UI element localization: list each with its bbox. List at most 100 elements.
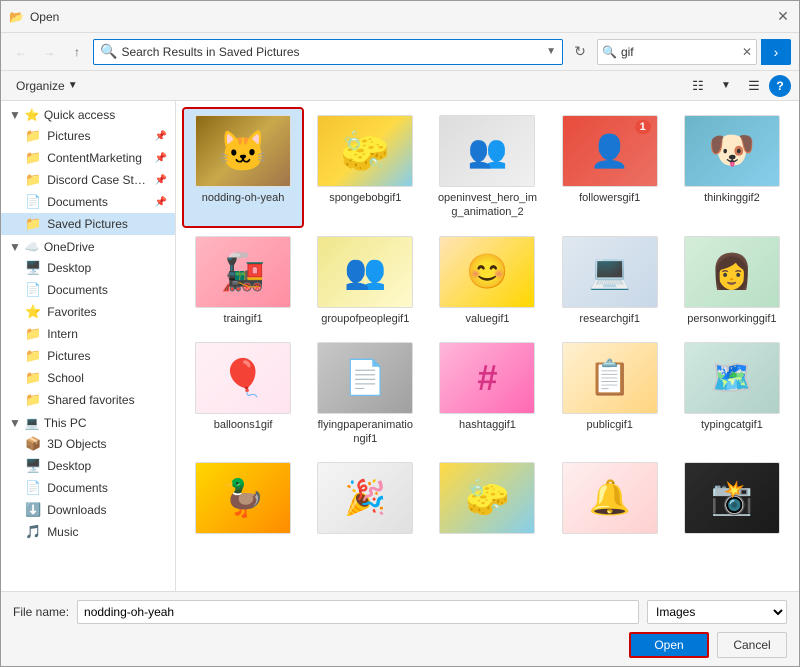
title-bar: 📂 Open ✕	[1, 1, 799, 33]
file-item-hashtag[interactable]: # hashtaggif1	[428, 336, 546, 453]
file-item-research[interactable]: 💻 researchgif1	[551, 230, 669, 332]
discord-label: Discord Case Study	[47, 173, 148, 187]
sidebar-item-pictures[interactable]: 📁 Pictures 📌	[1, 125, 175, 147]
search-input[interactable]	[621, 45, 738, 59]
sidebar-item-pc-documents[interactable]: 📄 Documents	[1, 477, 175, 499]
dark-thumbnail: 📸	[684, 462, 780, 534]
file-item-person[interactable]: 👩 personworkinggif1	[673, 230, 791, 332]
file-item-duck[interactable]: 🦆	[184, 456, 302, 544]
search-container: 🔍 ✕	[597, 39, 757, 65]
help-button[interactable]: ?	[769, 75, 791, 97]
organize-button[interactable]: Organize ▼	[9, 75, 85, 97]
organize-dropdown-icon: ▼	[68, 80, 78, 91]
balloons-thumbnail: 🎈	[195, 342, 291, 414]
sidebar-item-school[interactable]: 📁 School	[1, 367, 175, 389]
sidebar-item-od-pictures[interactable]: 📁 Pictures	[1, 345, 175, 367]
filetype-dropdown[interactable]: Images All Files	[647, 600, 787, 624]
view-dropdown-button[interactable]: ▼	[713, 75, 739, 97]
quick-access-header[interactable]: ▼ ⭐ Quick access	[1, 105, 175, 125]
file-item-thinking[interactable]: 🐶 thinkinggif2	[673, 109, 791, 226]
file-item-notification[interactable]: 🔔	[551, 456, 669, 544]
file-item-grouppeople[interactable]: 👥 groupofpeoplegif1	[306, 230, 424, 332]
openinvest-thumbnail: 👥	[439, 115, 535, 187]
documents-icon: 📄	[25, 194, 41, 210]
open-button[interactable]: Open	[629, 632, 709, 658]
cancel-button[interactable]: Cancel	[717, 632, 787, 658]
od-desktop-label: Desktop	[47, 261, 167, 275]
search-clear-button[interactable]: ✕	[738, 45, 756, 59]
discord-folder-icon: 📁	[25, 172, 41, 188]
sidebar-item-documents[interactable]: 📄 Documents 📌	[1, 191, 175, 213]
file-item-dark[interactable]: 📸	[673, 456, 791, 544]
refresh-button[interactable]: ↻	[567, 39, 593, 65]
grouppeople-name: groupofpeoplegif1	[321, 312, 409, 326]
od-pictures-label: Pictures	[47, 349, 167, 363]
file-item-spongebob2[interactable]: 🧽	[428, 456, 546, 544]
music-label: Music	[47, 525, 167, 539]
close-button[interactable]: ✕	[775, 9, 791, 25]
file-item-confetti[interactable]: 🎉	[306, 456, 424, 544]
filename-input[interactable]	[77, 600, 639, 624]
view-button-1[interactable]: ☷	[685, 75, 711, 97]
pictures-folder-icon: 📁	[25, 128, 41, 144]
favorites-label: Favorites	[47, 305, 167, 319]
sidebar-item-od-documents[interactable]: 📄 Documents	[1, 279, 175, 301]
pc-documents-icon: 📄	[25, 480, 41, 496]
sidebar-item-od-desktop[interactable]: 🖥️ Desktop	[1, 257, 175, 279]
view-button-2[interactable]: ☰	[741, 75, 767, 97]
sidebar-item-pc-desktop[interactable]: 🖥️ Desktop	[1, 455, 175, 477]
onedrive-chevron: ▼	[9, 240, 21, 254]
sidebar-item-3d[interactable]: 📦 3D Objects	[1, 433, 175, 455]
savedpictures-folder-icon: 📁	[25, 216, 41, 232]
quick-access-chevron: ▼	[9, 108, 21, 122]
file-item-openinvest[interactable]: 👥 openinvest_hero_img_animation_2	[428, 109, 546, 226]
file-item-value[interactable]: 😊 valuegif1	[428, 230, 546, 332]
dialog-title: Open	[30, 10, 59, 24]
sidebar-item-shared-favorites[interactable]: 📁 Shared favorites	[1, 389, 175, 411]
train-name: traingif1	[224, 312, 263, 326]
onedrive-header[interactable]: ▼ ☁️ OneDrive	[1, 237, 175, 257]
sidebar-item-downloads[interactable]: ⬇️ Downloads	[1, 499, 175, 521]
shared-favorites-label: Shared favorites	[47, 393, 167, 407]
thispc-label: This PC	[44, 416, 87, 430]
address-input-container[interactable]: 🔍 ▼	[93, 39, 563, 65]
filename-label: File name:	[13, 605, 69, 619]
folder-icon: 📂	[9, 10, 24, 24]
toolbar: Organize ▼ ☷ ▼ ☰ ?	[1, 71, 799, 101]
3d-label: 3D Objects	[47, 437, 167, 451]
pc-documents-label: Documents	[47, 481, 167, 495]
public-thumbnail: 📋	[562, 342, 658, 414]
organize-label: Organize	[16, 79, 65, 93]
search-go-button[interactable]: ›	[761, 39, 791, 65]
search-icon: 🔍	[598, 45, 621, 59]
up-button[interactable]: ↑	[65, 40, 89, 64]
sidebar-item-discord[interactable]: 📁 Discord Case Study 📌	[1, 169, 175, 191]
file-item-balloons[interactable]: 🎈 balloons1gif	[184, 336, 302, 453]
od-documents-label: Documents	[47, 283, 167, 297]
thispc-chevron: ▼	[9, 416, 21, 430]
sidebar-item-contentmarketing[interactable]: 📁 ContentMarketing 📌	[1, 147, 175, 169]
file-item-public[interactable]: 📋 publicgif1	[551, 336, 669, 453]
sidebar-item-favorites[interactable]: ⭐ Favorites	[1, 301, 175, 323]
file-item-nodding[interactable]: 🐱 nodding-oh-yeah	[184, 109, 302, 226]
sidebar-item-intern[interactable]: 📁 Intern	[1, 323, 175, 345]
sidebar: ▼ ⭐ Quick access 📁 Pictures 📌 📁 ContentM…	[1, 101, 176, 591]
forward-button[interactable]: →	[37, 40, 61, 64]
back-button[interactable]: ←	[9, 40, 33, 64]
address-input[interactable]	[121, 45, 542, 59]
file-item-followers[interactable]: 👤 1 followersgif1	[551, 109, 669, 226]
file-item-typingcat[interactable]: 🗺️ typingcatgif1	[673, 336, 791, 453]
file-item-train[interactable]: 🚂 traingif1	[184, 230, 302, 332]
school-icon: 📁	[25, 370, 41, 386]
quick-access-star-icon: ⭐	[25, 108, 40, 122]
address-dropdown-icon[interactable]: ▼	[546, 46, 556, 57]
thispc-header[interactable]: ▼ 💻 This PC	[1, 413, 175, 433]
nodding-thumbnail: 🐱	[195, 115, 291, 187]
sidebar-item-saved-pictures[interactable]: 📁 Saved Pictures	[1, 213, 175, 235]
onedrive-cloud-icon: ☁️	[25, 240, 40, 254]
sidebar-item-music[interactable]: 🎵 Music	[1, 521, 175, 543]
title-bar-left: 📂 Open	[9, 10, 59, 24]
toolbar-left: Organize ▼	[9, 75, 85, 97]
file-item-flyingpaper[interactable]: 📄 flyingpaperanimationgif1	[306, 336, 424, 453]
file-item-spongebob[interactable]: 🧽 spongebobgif1	[306, 109, 424, 226]
